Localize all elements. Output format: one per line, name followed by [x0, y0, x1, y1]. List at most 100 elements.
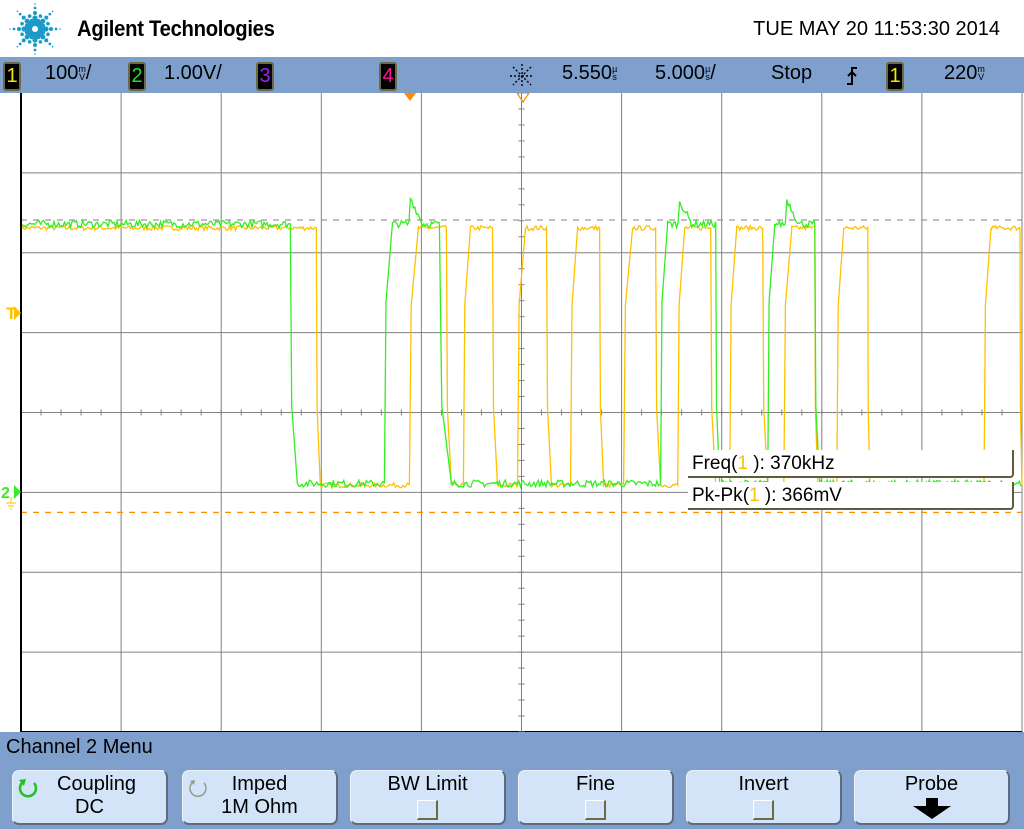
softkey-probe[interactable]: Probe	[854, 770, 1010, 825]
logo-dot	[18, 12, 22, 16]
channel-status-bar: 1 100m V/ 2 1.00V/ 3 4 5.550µ s 5.000µ s/ S…	[0, 57, 1024, 93]
logo-dot	[33, 11, 37, 15]
delay-unit: µs	[612, 65, 617, 82]
logo-dot	[51, 45, 54, 48]
logo-dot	[33, 6, 37, 10]
softkey-label: Invert	[738, 773, 789, 795]
ch2-scale[interactable]: 1.00V/	[164, 62, 222, 85]
logo-dot	[41, 23, 46, 28]
timebase-value: 5.000	[655, 62, 706, 84]
logo-dot	[20, 21, 24, 26]
meas-name: Freq	[692, 453, 732, 474]
logo-dot	[48, 12, 52, 16]
down-arrow-icon	[912, 798, 951, 819]
unit-bottom: s	[612, 72, 617, 82]
rising-edge-icon	[847, 67, 857, 85]
ch1-badge[interactable]: 1	[3, 62, 21, 91]
menu-title: Channel 2 Menu	[6, 736, 153, 758]
agilent-logo-icon	[9, 3, 61, 55]
acquire-sparkle-icon	[510, 64, 534, 88]
checkbox[interactable]	[585, 800, 606, 820]
logo-dot	[59, 28, 61, 30]
suffix: /	[85, 62, 92, 84]
trigger-position-marker[interactable]	[404, 93, 416, 101]
ch1-unit: mV	[78, 65, 86, 82]
meas-source: 1	[749, 485, 760, 506]
trigger-level[interactable]: 220m V	[944, 62, 985, 85]
waveform-channel-2	[20, 196, 1022, 490]
unit-bottom: V	[79, 72, 86, 82]
meas-value: 370kHz	[770, 453, 835, 474]
logo-dot	[43, 26, 49, 32]
waveform-display[interactable]: T 2 Freq(1 ): 370kHz Pk-Pk(1 ): 366mV	[0, 92, 1024, 733]
logo-dot	[24, 18, 30, 24]
logo-dot	[40, 34, 46, 40]
softkey-label: BW Limit	[387, 773, 468, 795]
ch2-ground-marker-label: 2	[1, 485, 10, 502]
ch3-badge[interactable]: 3	[256, 62, 274, 91]
logo-dot	[27, 40, 32, 44]
timebase-scale[interactable]: 5.000µ s/	[655, 62, 716, 85]
run-state[interactable]: Stop	[771, 62, 812, 85]
softkey-label: Fine	[576, 773, 615, 795]
logo-dot	[54, 27, 58, 31]
logo-dot	[48, 42, 52, 46]
trigger-source-badge[interactable]: 1	[886, 62, 904, 91]
logo-dot	[16, 45, 19, 48]
logo-dot	[44, 38, 49, 43]
brand-name: Agilent Technologies	[77, 16, 275, 41]
trigger-level-marker[interactable]	[14, 306, 21, 320]
logo-dot	[46, 32, 50, 37]
softkey-value: DC	[75, 796, 104, 818]
logo-dot	[51, 10, 54, 13]
softkey-imped[interactable]: Imped 1M Ohm	[182, 770, 338, 825]
logo-dot	[46, 21, 50, 26]
logo-dot	[24, 34, 30, 40]
logo-dot	[32, 37, 38, 43]
rotate-knob-icon	[18, 779, 38, 798]
logo-dot	[32, 15, 38, 21]
ch2-ground-marker[interactable]	[14, 485, 21, 499]
softkey-coupling[interactable]: Coupling DC	[12, 770, 168, 825]
logo-dot	[17, 27, 21, 31]
trigger-level-unit: mV	[977, 65, 985, 82]
horizontal-delay[interactable]: 5.550µ s	[562, 62, 617, 85]
header: Agilent Technologies TUE MAY 20 11:53:30…	[0, 0, 1024, 57]
rotate-knob-icon	[189, 780, 207, 798]
logo-dot	[44, 15, 49, 20]
logo-dot	[38, 14, 43, 18]
unit-bottom: V	[978, 72, 985, 82]
ch2-badge[interactable]: 2	[128, 62, 146, 91]
logo-dot	[34, 3, 36, 5]
suffix: /	[710, 62, 716, 84]
logo-dot	[21, 15, 26, 20]
ch1-scale[interactable]: 100m V/	[45, 62, 91, 85]
softkey-fine[interactable]: Fine	[518, 770, 674, 825]
logo-dot	[34, 53, 36, 55]
trigger-level-value: 220	[944, 62, 978, 84]
logo-dot	[33, 43, 37, 47]
softkey-label: Probe	[904, 773, 959, 795]
measurement-pkpk: Pk-Pk(1 ): 366mV	[688, 482, 1014, 510]
logo-dot	[33, 48, 37, 52]
logo-dot	[49, 27, 53, 31]
meas-source: 1	[737, 453, 748, 474]
logo-dot	[12, 27, 16, 31]
meas-name: Pk-Pk	[692, 485, 743, 506]
softkey-invert[interactable]: Invert	[686, 770, 842, 825]
softkey-bw-limit[interactable]: BW Limit	[350, 770, 506, 825]
measurement-freq: Freq(1 ): 370kHz	[688, 450, 1014, 478]
logo-dot	[9, 28, 11, 30]
delay-value: 5.550	[562, 62, 613, 84]
logo-dot	[20, 32, 24, 37]
logo-dot	[18, 42, 22, 46]
ch1-scale-value: 100	[45, 62, 79, 84]
meas-value: 366mV	[781, 485, 842, 506]
checkbox[interactable]	[417, 800, 438, 820]
ch4-badge[interactable]: 4	[379, 62, 397, 91]
logo-dot	[21, 38, 26, 43]
logo-dot	[21, 26, 27, 32]
waveform-plot: T 2	[1, 92, 1023, 733]
softkey-value: 1M Ohm	[221, 796, 298, 818]
checkbox[interactable]	[753, 800, 774, 820]
